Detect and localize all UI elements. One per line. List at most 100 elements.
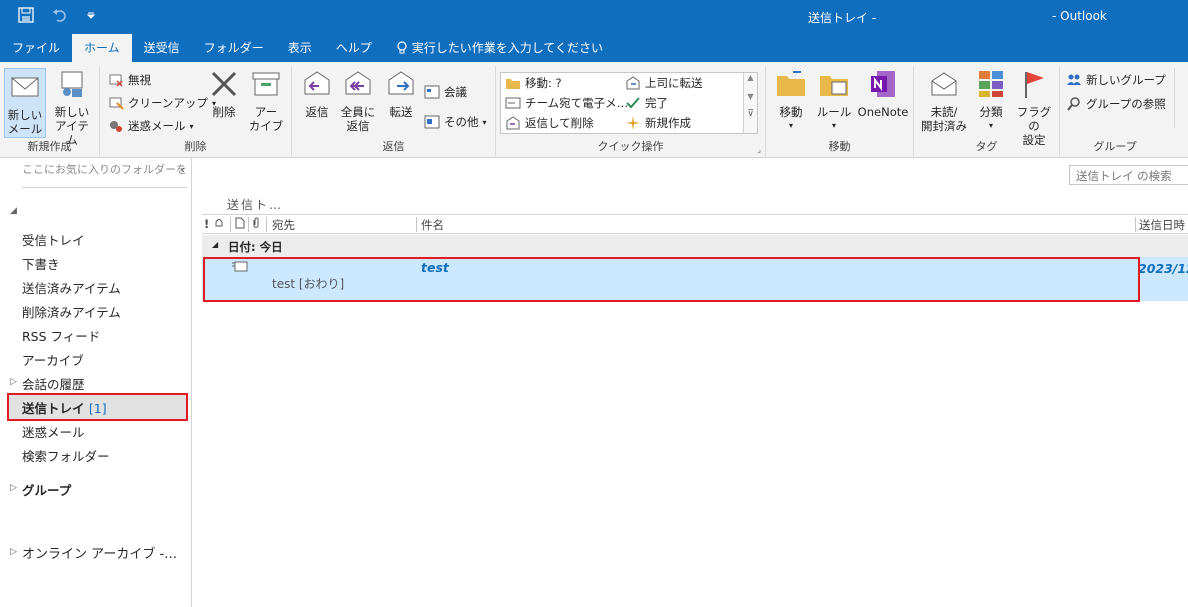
folder-rss[interactable]: RSS フィード xyxy=(22,326,100,345)
attachment-column-icon[interactable] xyxy=(252,217,260,232)
search-input[interactable]: 送信トレイ の検索 xyxy=(1069,165,1188,185)
folder-inbox[interactable]: 受信トレイ xyxy=(22,230,85,249)
unread-read-button[interactable]: 未読/ 開封済み xyxy=(918,68,970,133)
folder-junk[interactable]: 迷惑メール xyxy=(22,422,85,441)
quick-step-move[interactable]: 移動: ? xyxy=(505,75,562,91)
folder-archive[interactable]: アーカイブ xyxy=(22,350,84,369)
save-icon[interactable] xyxy=(18,7,34,23)
subject-column-header[interactable]: 件名 xyxy=(421,217,444,233)
outbox-unread-count: [1] xyxy=(88,401,107,416)
people-icon xyxy=(1067,74,1081,85)
quick-access-toolbar xyxy=(18,7,96,23)
reminder-column-icon[interactable] xyxy=(214,217,224,232)
online-archive[interactable]: オンライン アーカイブ -… xyxy=(22,543,177,562)
chevron-down-icon: ▾ xyxy=(788,121,793,130)
account-collapse-icon[interactable]: ◢ xyxy=(10,206,17,216)
quick-step-team[interactable]: チーム宛て電子メ… xyxy=(505,95,628,111)
archive-button[interactable]: アー カイブ xyxy=(246,68,286,133)
new-item-button[interactable]: 新しい アイテム xyxy=(50,68,94,147)
tab-folder[interactable]: フォルダー xyxy=(192,34,276,62)
junk-button[interactable]: 迷惑メール ▾ xyxy=(108,118,194,134)
group-respond: 返信 全員に 返信 転送 会議 その他 ▾ 返信 xyxy=(292,66,496,156)
expand-icon[interactable]: ▷ xyxy=(10,377,17,387)
rules-button[interactable]: ルール ▾ xyxy=(814,68,854,133)
undo-icon[interactable] xyxy=(52,7,68,23)
collapse-group-icon[interactable]: ◢ xyxy=(212,240,218,249)
forward-button[interactable]: 転送 xyxy=(384,68,418,119)
importance-column-icon[interactable]: ! xyxy=(204,217,209,231)
icon-column-icon[interactable] xyxy=(235,217,245,232)
folder-outbox[interactable]: 送信トレイ [1] xyxy=(22,398,107,417)
folder-pane: ここにお気に入りのフォルダーを ‹ ◢ 受信トレイ 下書き 送信済みアイテム 削… xyxy=(0,158,192,607)
date-group-label: 日付: 今日 xyxy=(228,240,283,254)
reply-all-button[interactable]: 全員に 返信 xyxy=(338,68,378,133)
groups-expand-icon[interactable]: ▷ xyxy=(10,483,17,493)
customize-qat-icon[interactable] xyxy=(86,10,96,20)
bell-icon xyxy=(215,219,223,227)
group-move: 移動 ▾ ルール ▾ OneNote 移動 xyxy=(766,66,914,156)
tab-help[interactable]: ヘルプ xyxy=(324,34,384,62)
group-respond-label: 返信 xyxy=(382,140,405,153)
reply-delete-icon xyxy=(506,116,520,130)
sent-column-header[interactable]: 送信日時 xyxy=(1139,217,1185,233)
more-icon xyxy=(424,115,440,129)
junk-label: 迷惑メール xyxy=(128,119,186,133)
title-bar: 送信トレイ - - Outlook xyxy=(0,0,1188,34)
onenote-icon xyxy=(871,71,895,97)
archive-label: アー カイブ xyxy=(248,105,284,133)
groups-section[interactable]: グループ xyxy=(22,480,71,499)
group-delete-label: 削除 xyxy=(184,140,207,153)
quick-step-create-new[interactable]: 新規作成 xyxy=(625,115,691,131)
to-column-header[interactable]: 宛先 xyxy=(272,217,295,233)
group-tags: 未読/ 開封済み 分類 ▾ フラグの 設定 タグ xyxy=(914,66,1060,156)
favorites-drop-hint: ここにお気に入りのフォルダーを ‹ xyxy=(22,162,187,188)
paperclip-icon xyxy=(253,217,259,228)
collapse-pane-icon[interactable]: ‹ xyxy=(181,162,185,178)
expand-gallery-icon[interactable]: ⊽ xyxy=(744,109,757,119)
meeting-button[interactable]: 会議 xyxy=(424,84,467,100)
tab-home[interactable]: ホーム xyxy=(72,34,132,62)
chevron-up-icon[interactable]: ▲ xyxy=(744,73,757,82)
folder-conversation-history[interactable]: 会話の履歴 xyxy=(22,374,85,393)
browse-groups-button[interactable]: グループの参照 xyxy=(1066,96,1166,112)
tab-file[interactable]: ファイル xyxy=(0,34,72,62)
folder-drafts[interactable]: 下書き xyxy=(22,254,60,273)
tell-me-text: 実行したい作業を入力してください xyxy=(411,41,604,55)
delete-button[interactable]: 削除 xyxy=(206,68,242,119)
group-delete: 無視 クリーンアップ ▾ 迷惑メール ▾ 削除 アー カイブ 削除 xyxy=(100,66,292,156)
new-mail-button[interactable]: 新しい メール xyxy=(4,68,46,138)
move-button[interactable]: 移動 ▾ xyxy=(772,68,810,133)
date-group-header[interactable]: ◢ 日付: 今日 xyxy=(202,235,1188,257)
follow-up-button[interactable]: フラグの 設定 xyxy=(1012,68,1056,147)
folder-deleted[interactable]: 削除済みアイテム xyxy=(22,302,121,321)
forward-label: 転送 xyxy=(389,105,413,119)
group-groups: 新しいグループ グループの参照 グループ xyxy=(1060,66,1170,156)
cleanup-icon xyxy=(109,97,124,110)
chevron-down-icon: ▾ xyxy=(189,121,194,131)
quick-steps-scrollbar[interactable]: ▲ ▼ ⊽ xyxy=(743,73,757,133)
online-archive-expand-icon[interactable]: ▷ xyxy=(10,547,17,557)
categorize-button[interactable]: 分類 ▾ xyxy=(974,68,1008,133)
tell-me-box[interactable]: 実行したい作業を入力してください xyxy=(384,34,615,62)
chevron-down-icon[interactable]: ▼ xyxy=(744,92,757,101)
onenote-button[interactable]: OneNote xyxy=(856,68,910,119)
folder-sent[interactable]: 送信済みアイテム xyxy=(22,278,121,297)
reply-button[interactable]: 返信 xyxy=(300,68,334,119)
new-group-button[interactable]: 新しいグループ xyxy=(1066,72,1166,88)
mail-row[interactable]: test test [おわり] 2023/12 xyxy=(202,257,1188,301)
quick-step-done[interactable]: 完了 xyxy=(625,95,668,111)
lightbulb-icon xyxy=(397,41,407,54)
more-respond-label: その他 xyxy=(444,115,479,129)
tab-view[interactable]: 表示 xyxy=(276,34,324,62)
group-quick-steps-label: クイック操作 xyxy=(597,140,664,153)
folder-search-folders[interactable]: 検索フォルダー xyxy=(22,446,110,465)
dialog-launcher-icon[interactable]: ⌟ xyxy=(757,145,761,154)
ignore-button[interactable]: 無視 xyxy=(108,72,151,88)
more-respond-button[interactable]: その他 ▾ xyxy=(424,114,487,130)
quick-step-to-manager[interactable]: 上司に転送 xyxy=(625,75,703,91)
quick-step-reply-delete[interactable]: 返信して削除 xyxy=(505,115,594,131)
tab-send-receive[interactable]: 送受信 xyxy=(132,34,192,62)
unread-read-label: 未読/ 開封済み xyxy=(921,105,967,133)
cleanup-button[interactable]: クリーンアップ ▾ xyxy=(108,95,216,111)
cleanup-label: クリーンアップ xyxy=(128,96,208,110)
